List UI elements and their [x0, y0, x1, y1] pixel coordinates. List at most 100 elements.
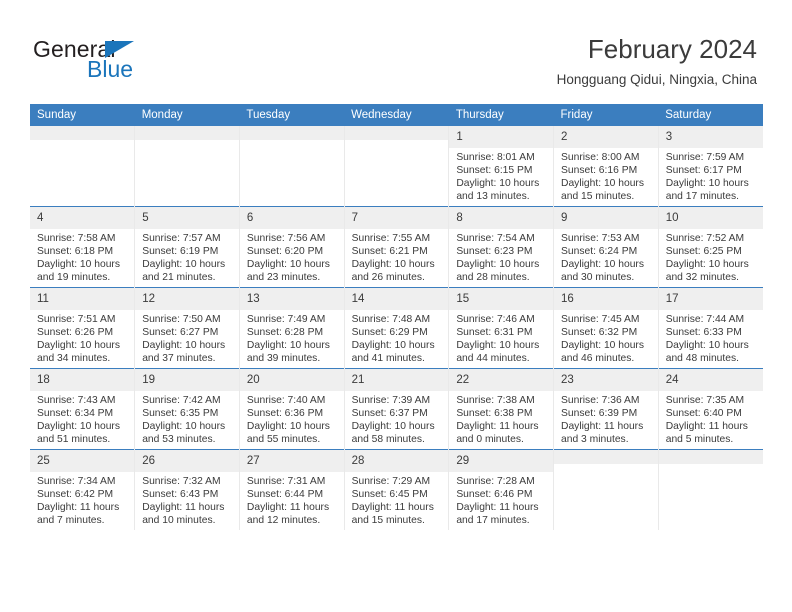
calendar-day-cell[interactable]: 5 Sunrise: 7:57 AM Sunset: 6:19 PM Daylight… — [134, 206, 240, 288]
calendar-day-cell[interactable]: 26 Sunrise: 7:32 AM Sunset: 6:43 PM Dayligh… — [134, 449, 240, 530]
day-details: Sunrise: 7:56 AM Sunset: 6:20 PM Daylight:… — [240, 229, 344, 284]
calendar-day-cell[interactable]: 7 Sunrise: 7:55 AM Sunset: 6:21 PM Daylight… — [344, 206, 450, 288]
calendar-day-cell[interactable]: 2 Sunrise: 8:00 AM Sunset: 6:16 PM Daylight… — [553, 126, 659, 207]
calendar-day-cell[interactable]: 1 Sunrise: 8:01 AM Sunset: 6:15 PM Daylight… — [448, 126, 555, 207]
calendar-day-cell[interactable]: 8 Sunrise: 7:54 AM Sunset: 6:23 PM Daylight… — [448, 206, 555, 288]
calendar-day-cell[interactable]: 15 Sunrise: 7:46 AM Sunset: 6:31 PM Dayligh… — [448, 287, 555, 369]
calendar-day-cell[interactable]: 19 Sunrise: 7:42 AM Sunset: 6:35 PM Dayligh… — [134, 368, 240, 450]
calendar-body: 1 Sunrise: 8:01 AM Sunset: 6:15 PM Daylight… — [30, 126, 763, 530]
calendar-day-cell[interactable]: 9 Sunrise: 7:53 AM Sunset: 6:24 PM Daylight… — [553, 206, 659, 288]
sunset-text: Sunset: 6:26 PM — [37, 327, 114, 339]
calendar-day-cell[interactable]: 13 Sunrise: 7:49 AM Sunset: 6:28 PM Dayligh… — [239, 287, 345, 369]
day-number: 10 — [658, 207, 763, 229]
sunset-text: Sunset: 6:19 PM — [142, 246, 219, 258]
daylight-text: Daylight: 10 hours and 44 minutes. — [456, 340, 540, 365]
calendar-day-cell[interactable]: 3 Sunrise: 7:59 AM Sunset: 6:17 PM Daylight… — [658, 126, 763, 207]
calendar-day-cell[interactable]: 28 Sunrise: 7:29 AM Sunset: 6:45 PM Dayligh… — [344, 449, 450, 530]
sunrise-text: Sunrise: 7:34 AM — [37, 476, 116, 487]
calendar-day-cell[interactable]: 6 Sunrise: 7:56 AM Sunset: 6:20 PM Daylight… — [239, 206, 345, 288]
calendar-day-cell[interactable]: 27 Sunrise: 7:31 AM Sunset: 6:44 PM Dayligh… — [239, 449, 345, 530]
daylight-text: Daylight: 10 hours and 19 minutes. — [37, 259, 120, 284]
sunrise-text: Sunrise: 7:36 AM — [561, 395, 640, 406]
sunrise-text: Sunrise: 7:39 AM — [351, 395, 431, 406]
calendar-day-cell[interactable]: 23 Sunrise: 7:36 AM Sunset: 6:39 PM Dayligh… — [553, 368, 659, 450]
sunrise-text: Sunrise: 7:58 AM — [37, 233, 116, 244]
daylight-text: Daylight: 11 hours and 10 minutes. — [142, 502, 225, 527]
sunset-text: Sunset: 6:18 PM — [37, 246, 114, 258]
daylight-text: Daylight: 10 hours and 15 minutes. — [561, 178, 645, 203]
day-details: Sunrise: 7:42 AM Sunset: 6:35 PM Daylight:… — [135, 391, 239, 446]
sunset-text: Sunset: 6:17 PM — [665, 165, 742, 177]
day-number: 16 — [554, 288, 658, 310]
sunrise-text: Sunrise: 7:42 AM — [142, 395, 221, 406]
sunset-text: Sunset: 6:43 PM — [142, 489, 219, 501]
sunset-text: Sunset: 6:35 PM — [142, 408, 219, 420]
sunset-text: Sunset: 6:29 PM — [351, 327, 428, 339]
day-number — [344, 126, 449, 140]
calendar-day-cell-empty — [658, 449, 763, 530]
sunrise-text: Sunrise: 8:01 AM — [456, 152, 535, 163]
daylight-text: Daylight: 10 hours and 55 minutes. — [246, 421, 330, 446]
daylight-text: Daylight: 10 hours and 30 minutes. — [561, 259, 645, 284]
daylight-text: Daylight: 11 hours and 5 minutes. — [665, 421, 748, 446]
daylight-text: Daylight: 10 hours and 28 minutes. — [456, 259, 540, 284]
sunset-text: Sunset: 6:42 PM — [37, 489, 114, 501]
calendar-day-cell-empty — [239, 126, 345, 207]
calendar-day-cell[interactable]: 12 Sunrise: 7:50 AM Sunset: 6:27 PM Dayligh… — [134, 287, 240, 369]
calendar-day-cell[interactable]: 29 Sunrise: 7:28 AM Sunset: 6:46 PM Dayligh… — [448, 449, 555, 530]
calendar-day-cell[interactable]: 17 Sunrise: 7:44 AM Sunset: 6:33 PM Dayligh… — [658, 287, 763, 369]
daylight-text: Daylight: 10 hours and 26 minutes. — [351, 259, 435, 284]
day-number: 22 — [449, 369, 554, 391]
daylight-text: Daylight: 10 hours and 51 minutes. — [37, 421, 120, 446]
day-details: Sunrise: 7:31 AM Sunset: 6:44 PM Daylight:… — [240, 472, 344, 527]
day-number — [135, 126, 239, 140]
day-number: 20 — [239, 369, 344, 391]
daylight-text: Daylight: 11 hours and 3 minutes. — [561, 421, 644, 446]
day-details: Sunrise: 7:28 AM Sunset: 6:46 PM Daylight:… — [449, 472, 553, 527]
calendar-day-cell[interactable]: 18 Sunrise: 7:43 AM Sunset: 6:34 PM Dayligh… — [30, 368, 136, 450]
calendar-day-cell[interactable]: 25 Sunrise: 7:34 AM Sunset: 6:42 PM Dayligh… — [30, 449, 136, 530]
day-number: 15 — [449, 288, 554, 310]
calendar-day-cell[interactable]: 10 Sunrise: 7:52 AM Sunset: 6:25 PM Dayligh… — [658, 206, 763, 288]
sunrise-text: Sunrise: 7:46 AM — [456, 314, 535, 325]
weekday-header-monday: Monday — [134, 104, 240, 126]
day-details: Sunrise: 7:29 AM Sunset: 6:45 PM Daylight:… — [345, 472, 449, 527]
daylight-text: Daylight: 10 hours and 46 minutes. — [561, 340, 645, 365]
calendar-week-row: 11 Sunrise: 7:51 AM Sunset: 6:26 PM Dayligh… — [30, 287, 763, 369]
day-number: 4 — [30, 207, 135, 229]
day-details: Sunrise: 7:32 AM Sunset: 6:43 PM Daylight:… — [135, 472, 239, 527]
day-number: 19 — [135, 369, 239, 391]
day-number: 7 — [344, 207, 449, 229]
calendar-day-cell[interactable]: 20 Sunrise: 7:40 AM Sunset: 6:36 PM Dayligh… — [239, 368, 345, 450]
day-number — [554, 450, 658, 464]
sunrise-text: Sunrise: 7:49 AM — [246, 314, 326, 325]
day-details: Sunrise: 7:48 AM Sunset: 6:29 PM Daylight:… — [345, 310, 449, 365]
calendar-day-cell[interactable]: 11 Sunrise: 7:51 AM Sunset: 6:26 PM Dayligh… — [30, 287, 136, 369]
sunrise-text: Sunrise: 7:56 AM — [246, 233, 326, 244]
weekday-header-friday: Friday — [553, 104, 659, 126]
weekday-header-sunday: Sunday — [30, 104, 135, 126]
brand-logo[interactable]: General Blue — [33, 38, 233, 88]
sunrise-text: Sunrise: 7:50 AM — [142, 314, 221, 325]
day-details: Sunrise: 7:45 AM Sunset: 6:32 PM Daylight:… — [554, 310, 658, 365]
daylight-text: Daylight: 10 hours and 37 minutes. — [142, 340, 226, 365]
calendar-day-cell[interactable]: 21 Sunrise: 7:39 AM Sunset: 6:37 PM Dayligh… — [344, 368, 450, 450]
calendar-day-cell[interactable]: 4 Sunrise: 7:58 AM Sunset: 6:18 PM Daylight… — [30, 206, 136, 288]
calendar-day-cell[interactable]: 22 Sunrise: 7:38 AM Sunset: 6:38 PM Dayligh… — [448, 368, 555, 450]
calendar-day-cell[interactable]: 14 Sunrise: 7:48 AM Sunset: 6:29 PM Dayligh… — [344, 287, 450, 369]
weekday-header-tuesday: Tuesday — [239, 104, 345, 126]
calendar-week-row: 1 Sunrise: 8:01 AM Sunset: 6:15 PM Daylight… — [30, 126, 763, 207]
page-header: General Blue February 2024 Hongguang Qid… — [0, 0, 792, 104]
daylight-text: Daylight: 10 hours and 17 minutes. — [665, 178, 749, 203]
calendar-day-cell[interactable]: 24 Sunrise: 7:35 AM Sunset: 6:40 PM Dayligh… — [658, 368, 763, 450]
calendar-day-cell[interactable]: 16 Sunrise: 7:45 AM Sunset: 6:32 PM Dayligh… — [553, 287, 659, 369]
daylight-text: Daylight: 10 hours and 41 minutes. — [351, 340, 435, 365]
daylight-text: Daylight: 10 hours and 53 minutes. — [142, 421, 226, 446]
sunrise-text: Sunrise: 7:51 AM — [37, 314, 116, 325]
daylight-text: Daylight: 10 hours and 13 minutes. — [456, 178, 540, 203]
day-details: Sunrise: 7:50 AM Sunset: 6:27 PM Daylight:… — [135, 310, 239, 365]
sunset-text: Sunset: 6:36 PM — [246, 408, 324, 420]
day-details: Sunrise: 7:58 AM Sunset: 6:18 PM Daylight:… — [30, 229, 134, 284]
daylight-text: Daylight: 10 hours and 21 minutes. — [142, 259, 226, 284]
daylight-text: Daylight: 11 hours and 12 minutes. — [246, 502, 330, 527]
